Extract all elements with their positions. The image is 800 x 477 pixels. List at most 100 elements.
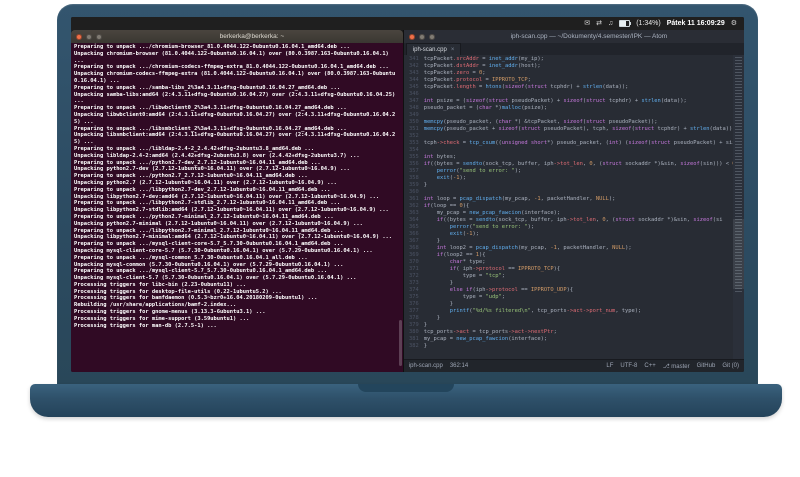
code-line[interactable]: } xyxy=(424,238,733,245)
status-item[interactable]: iph-scan.cpp xyxy=(409,363,443,369)
line-number: 344 xyxy=(409,77,419,83)
line-number: 349 xyxy=(409,112,419,118)
line-number: 352 xyxy=(409,133,419,139)
terminal-line: Unpacking mysql-common (5.7.30-0ubuntu0.… xyxy=(74,261,344,268)
terminal-line: Processing triggers for desktop-file-uti… xyxy=(74,288,282,295)
line-number: 368 xyxy=(409,245,419,251)
editor-main: 341 342 343 344 345 346 347 348 349 350 351 352 353 3… xyxy=(404,55,744,359)
minimize-icon[interactable] xyxy=(418,33,425,40)
code-line[interactable]: int psize = (sizeof(struct pseudoPacket)… xyxy=(424,98,733,105)
laptop-base xyxy=(30,384,782,417)
line-number: 345 xyxy=(409,84,419,90)
desktop: ✉ ⇄ ♫ (1:34%) Pátek 11 16:09:29 ⚙ berker… xyxy=(71,17,744,372)
code-line[interactable]: my_pcap = new_pcap_fawcion(interface); xyxy=(424,336,733,343)
code-line[interactable]: } xyxy=(424,301,733,308)
code-line[interactable]: perror("send to error: "); xyxy=(424,168,733,175)
status-item[interactable]: 362:14 xyxy=(450,363,468,369)
code-line[interactable]: if((bytes = sendto(sock_tcp, buffer, iph… xyxy=(424,217,733,224)
editor-minimap[interactable] xyxy=(733,55,744,359)
clock[interactable]: Pátek 11 16:09:29 xyxy=(667,20,725,27)
line-number: 359 xyxy=(409,182,419,188)
code-line[interactable]: printf("%d/%s filtered\n", tcp_ports->ac… xyxy=(424,308,733,315)
line-number: 353 xyxy=(409,140,419,146)
close-icon[interactable] xyxy=(408,33,415,40)
code-line[interactable]: perror("send to error: "); xyxy=(424,224,733,231)
terminal-line: Preparing to unpack .../libpython2.7-std… xyxy=(74,200,341,207)
code-line[interactable]: if(loop == 0){ xyxy=(424,203,733,210)
code-line[interactable]: if((bytes = sendto(sock_tcp, buffer, iph… xyxy=(424,161,733,168)
code-line[interactable]: memcpy(pseudo_packet + sizeof(struct pse… xyxy=(424,126,733,133)
status-item[interactable]: ⎇ master xyxy=(663,363,690,370)
code-line[interactable]: tcpPacket.length = htons(sizeof(struct t… xyxy=(424,84,733,91)
status-item[interactable]: UTF-8 xyxy=(620,363,637,370)
code-line[interactable]: if( iph->protocol == IPPROTO_TCP){ xyxy=(424,266,733,273)
network-icon[interactable]: ⇄ xyxy=(596,17,602,30)
code-line[interactable]: char* type; xyxy=(424,259,733,266)
code-line[interactable]: int loop = pcap_dispatch(my_pcap, -1, pa… xyxy=(424,196,733,203)
code-line[interactable]: tcpPacket.srcAddr = inet_addr(my_ip); xyxy=(424,56,733,63)
code-line[interactable]: my_pcap = new_pcap_fawcion(interface); xyxy=(424,210,733,217)
editor-titlebar[interactable]: iph-scan.cpp — ~/Dokumenty/4.semester/IP… xyxy=(403,30,744,43)
terminal-line: Unpacking libsmbclient:amd64 (2:4.3.11+d… xyxy=(74,132,396,146)
code-line[interactable]: else if(iph->protocol == IPPROTO_UDP){ xyxy=(424,287,733,294)
code-line[interactable] xyxy=(424,189,733,196)
terminal-line: Rebuilding /usr/share/applications/bamf-… xyxy=(74,302,237,309)
code-line[interactable] xyxy=(424,147,733,154)
terminal-titlebar[interactable]: berkerka@berkerka: ~ xyxy=(71,30,403,43)
code-line[interactable]: tcpPacket.zero = 0; xyxy=(424,70,733,77)
code-line[interactable]: tcpPacket.protocol = IPPROTO_TCP; xyxy=(424,77,733,84)
close-icon[interactable] xyxy=(76,33,82,40)
line-number: 380 xyxy=(409,329,419,335)
editor-code[interactable]: tcpPacket.srcAddr = inet_addr(my_ip); tcp… xyxy=(422,55,733,359)
gear-icon[interactable]: ⚙ xyxy=(731,17,737,30)
code-line[interactable]: } xyxy=(424,280,733,287)
code-line[interactable]: memcpy(pseudo_packet, (char *) &tcpPacke… xyxy=(424,119,733,126)
editor-title: iph-scan.cpp — ~/Dokumenty/4.semester/IP… xyxy=(510,33,668,40)
code-line[interactable]: } xyxy=(424,182,733,189)
maximize-icon[interactable] xyxy=(96,33,102,40)
code-line[interactable] xyxy=(424,112,733,119)
code-line[interactable]: type = "udp"; xyxy=(424,294,733,301)
code-line[interactable]: type = "tcp"; xyxy=(424,273,733,280)
terminal-line: Preparing to unpack .../libpython2.7-dev… xyxy=(74,186,331,193)
line-number: 354 xyxy=(409,147,419,153)
status-item[interactable]: GitHub xyxy=(697,363,716,370)
line-number: 346 xyxy=(409,91,419,97)
code-line[interactable] xyxy=(424,133,733,140)
code-line[interactable]: int bytes; xyxy=(424,154,733,161)
tab-close-icon[interactable]: × xyxy=(451,47,455,53)
terminal-line: Unpacking mysql-client-core-5.7 (5.7.30-… xyxy=(74,247,373,254)
code-line[interactable]: exit(-1); xyxy=(424,231,733,238)
terminal-line: Preparing to unpack .../mysql-common_5.7… xyxy=(74,254,308,261)
code-line[interactable]: tcpPacket.dstAddr = inet_addr(host); xyxy=(424,63,733,70)
battery-icon[interactable] xyxy=(619,20,632,27)
terminal-scrollbar[interactable] xyxy=(398,320,402,366)
line-number: 371 xyxy=(409,266,419,272)
code-line[interactable]: int loop2 = pcap_dispatch(my_pcap, -1, p… xyxy=(424,245,733,252)
mail-icon[interactable]: ✉ xyxy=(584,17,590,30)
code-line[interactable]: pseudo_packet = (char *)malloc(psize); xyxy=(424,105,733,112)
maximize-icon[interactable] xyxy=(428,33,435,40)
code-line[interactable] xyxy=(424,91,733,98)
code-line[interactable]: } xyxy=(424,315,733,322)
battery-label: (1:34%) xyxy=(636,20,661,27)
volume-icon[interactable]: ♫ xyxy=(608,17,613,30)
status-item[interactable]: LF xyxy=(606,363,613,370)
code-line[interactable]: } xyxy=(424,343,733,350)
line-number: 365 xyxy=(409,224,419,230)
terminal-output[interactable]: Preparing to unpack .../chromium-browser… xyxy=(71,43,403,372)
line-number: 350 xyxy=(409,119,419,125)
minimap-viewport[interactable] xyxy=(733,219,744,290)
terminal-line: Unpacking python2.7-minimal (2.7.12-1ubu… xyxy=(74,220,363,227)
code-line[interactable]: tcp_ports->act = tcp_ports->act->nextPtr… xyxy=(424,329,733,336)
code-line[interactable]: tcph->check = tcp_csum((unsigned short*)… xyxy=(424,140,733,147)
code-line[interactable]: } xyxy=(424,322,733,329)
editor-window: iph-scan.cpp — ~/Dokumenty/4.semester/IP… xyxy=(403,30,744,372)
code-line[interactable]: if(loop2 == 1){ xyxy=(424,252,733,259)
minimize-icon[interactable] xyxy=(86,33,92,40)
status-item[interactable]: C++ xyxy=(644,363,655,370)
tab-iph-scan[interactable]: iph-scan.cpp × xyxy=(405,43,462,55)
status-item[interactable]: Git (0) xyxy=(722,363,739,370)
terminal-line: Processing triggers for bamfdaemon (0.5.… xyxy=(74,295,318,302)
code-line[interactable]: exit(-1); xyxy=(424,175,733,182)
